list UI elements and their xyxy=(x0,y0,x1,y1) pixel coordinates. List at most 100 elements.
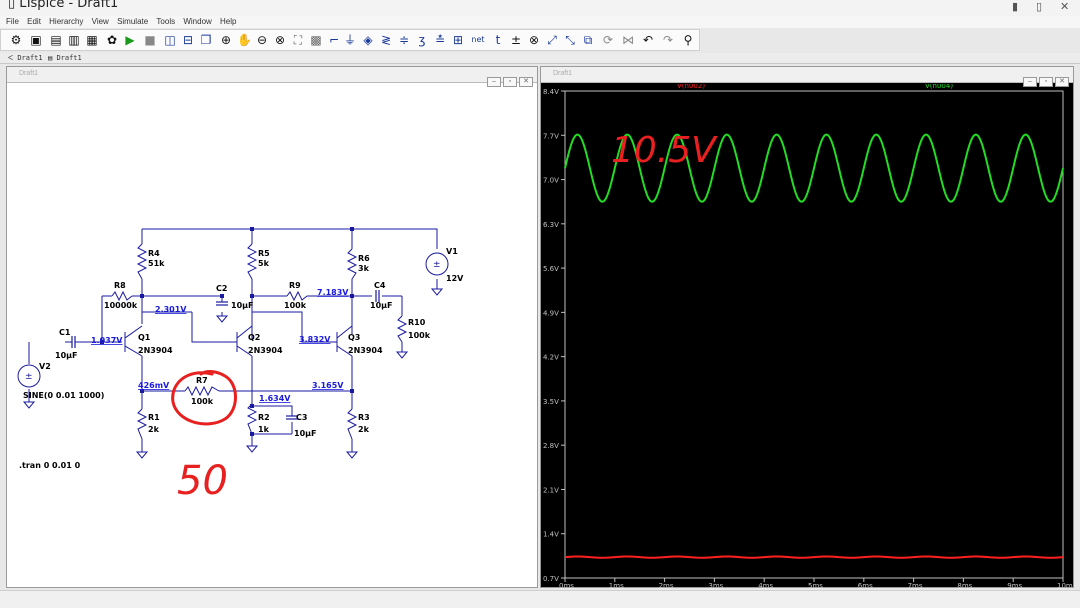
schematic-canvas[interactable]: ± ± R4 51k R5 5k R6 3k R8 10000k C2 10µF… xyxy=(7,84,537,588)
q2-name: Q2 xyxy=(248,333,260,342)
r7-name: R7 xyxy=(196,376,208,385)
delete-icon[interactable]: ⊗ xyxy=(527,33,541,47)
tile-vertical-icon[interactable]: ◫ xyxy=(163,33,177,47)
redo-icon[interactable]: ↷ xyxy=(661,33,675,47)
y-tick-label: 5.6V xyxy=(543,265,559,273)
run-icon[interactable]: ▶ xyxy=(123,33,137,47)
component-icon[interactable]: ⊞ xyxy=(451,33,465,47)
rotate-icon[interactable]: ⟳ xyxy=(601,33,615,47)
control-panel-icon[interactable]: ✿ xyxy=(105,33,119,47)
zoom-in-icon[interactable]: ⊕ xyxy=(219,33,233,47)
find-icon[interactable]: ⚲ xyxy=(681,33,695,47)
junction-dots xyxy=(100,227,354,436)
schematic-title: Draft1 xyxy=(19,70,39,77)
settings-icon[interactable]: ⚙ xyxy=(9,33,23,47)
tab-schematic-label: Draft1 xyxy=(17,54,43,62)
tab-schematic[interactable]: ᐸ Draft1 xyxy=(8,54,43,62)
undo-icon[interactable]: ↶ xyxy=(641,33,655,47)
dc-op-icon[interactable]: ▩ xyxy=(309,33,323,47)
y-tick-label: 6.3V xyxy=(543,221,559,229)
series-layer xyxy=(564,133,1064,559)
menu-edit[interactable]: Edit xyxy=(27,16,41,28)
ground-icon[interactable]: ⏚ xyxy=(343,33,357,47)
waveform-plot[interactable]: 0.7V 1.4V 2.1V 2.8V 3.5V 4.2V 4.9V 5.6V 6.3V 7.0V… xyxy=(541,84,1073,588)
c3-value: 10µF xyxy=(294,429,316,438)
menu-window[interactable]: Window xyxy=(183,16,211,28)
mirror-icon[interactable]: ⋈ xyxy=(621,33,635,47)
r3-value: 2k xyxy=(358,425,370,434)
label-icon[interactable]: ◈ xyxy=(361,33,375,47)
menu-hierarchy[interactable]: Hierarchy xyxy=(49,16,83,28)
save-icon[interactable]: ▥ xyxy=(67,33,81,47)
drag-icon[interactable]: ⤡ xyxy=(563,33,577,47)
open-icon[interactable]: ▤ xyxy=(49,33,63,47)
tab-plot[interactable]: ▤ Draft1 xyxy=(48,54,82,62)
diode-icon[interactable]: ≛ xyxy=(433,33,447,47)
pan-icon[interactable]: ✋ xyxy=(237,33,252,47)
halt-icon[interactable]: ■ xyxy=(143,33,157,47)
r10-value: 100k xyxy=(408,331,431,340)
x-tick-label: 10ms xyxy=(1057,582,1073,588)
new-schematic-icon[interactable]: ▣ xyxy=(29,33,43,47)
r2-name: R2 xyxy=(258,413,270,422)
print-icon[interactable]: ▦ xyxy=(85,33,99,47)
x-tick-label: 8ms xyxy=(957,582,972,588)
voltage-n1: 2.301V xyxy=(155,305,187,314)
menu-simulate[interactable]: Simulate xyxy=(117,16,148,28)
q2-value: 2N3904 xyxy=(248,346,283,355)
autorange-icon[interactable]: ⛶ xyxy=(291,33,305,47)
maximize-button[interactable]: ▯ xyxy=(1036,0,1042,13)
menu-file[interactable]: File xyxy=(6,16,19,28)
copy-icon[interactable]: ⧉ xyxy=(581,33,595,47)
r6-value: 3k xyxy=(358,264,370,273)
zoom-out-icon[interactable]: ⊖ xyxy=(255,33,269,47)
cascade-icon[interactable]: ❐ xyxy=(199,33,213,47)
netlist-icon[interactable]: net xyxy=(471,33,485,47)
voltage-n3: 1.037V xyxy=(91,336,123,345)
menu-help[interactable]: Help xyxy=(220,16,236,28)
v2-value: SINE(0 0.01 1000) xyxy=(23,391,104,400)
inductor-icon[interactable]: ʒ xyxy=(415,33,429,47)
c4-value: 10µF xyxy=(370,301,392,310)
legend-V(n004): V(n004) xyxy=(925,84,953,90)
q3-name: Q3 xyxy=(348,333,360,342)
legend[interactable]: V(n002) V(n004) xyxy=(677,84,953,90)
menu-view[interactable]: View xyxy=(92,16,109,28)
tile-horizontal-icon[interactable]: ⊟ xyxy=(181,33,195,47)
minimize-button[interactable]: ▮ xyxy=(1012,0,1018,13)
x-tick-label: 3ms xyxy=(708,582,723,588)
menu-tools[interactable]: Tools xyxy=(156,16,175,28)
y-tick-label: 4.2V xyxy=(543,354,559,362)
move-icon[interactable]: ⤢ xyxy=(545,33,559,47)
text-icon[interactable]: t xyxy=(491,33,505,47)
y-tick-label: 0.7V xyxy=(543,575,559,583)
v2-polarity-icon: ± xyxy=(25,372,33,382)
r4-name: R4 xyxy=(148,249,160,258)
resistor-icon[interactable]: ≷ xyxy=(379,33,393,47)
zoom-fit-icon[interactable]: ⊗ xyxy=(273,33,287,47)
x-tick-label: 9ms xyxy=(1007,582,1022,588)
wire-icon[interactable]: ⌐ xyxy=(327,33,341,47)
x-tick-label: 4ms xyxy=(758,582,773,588)
r3-name: R3 xyxy=(358,413,370,422)
r2-value: 1k xyxy=(258,425,270,434)
document-tabs: ᐸ Draft1 ▤ Draft1 xyxy=(0,53,1080,64)
toolbar: ⚙ ▣ ▤ ▥ ▦ ✿ ▶ ■ ◫ ⊟ ❐ ⊕ ✋ ⊖ ⊗ ⛶ ▩ ⌐ ⏚ ◈ … xyxy=(0,29,700,51)
grounds xyxy=(22,288,444,459)
capacitor-icon[interactable]: ≑ xyxy=(397,33,411,47)
c1-name: C1 xyxy=(59,328,71,337)
close-button[interactable]: ✕ xyxy=(1060,0,1069,13)
voltage-n5: 426mV xyxy=(138,381,170,390)
spice-directive-icon[interactable]: ± xyxy=(509,33,523,47)
c3-name: C3 xyxy=(296,413,307,422)
c2-value: 10µF xyxy=(231,301,253,310)
r7-value: 100k xyxy=(191,397,214,406)
app-title: ▯ LTspice - Draft1 xyxy=(8,0,118,11)
y-tick-label: 7.7V xyxy=(543,132,559,140)
y-tick-label: 2.1V xyxy=(543,486,559,494)
y-axis: 0.7V 1.4V 2.1V 2.8V 3.5V 4.2V 4.9V 5.6V 6.3V 7.0V… xyxy=(543,88,565,583)
waveform-window: Draft1 – ▫ ✕ 0.7V 1.4V 2.1V 2.8V 3.5V 4.2V 4.9V 5… xyxy=(540,66,1074,588)
y-tick-label: 2.8V xyxy=(543,442,559,450)
schematic-window: Draft1 – ▫ ✕ ± ± R4 51k R5 5k R6 3k R8 1… xyxy=(6,66,538,588)
q1-value: 2N3904 xyxy=(138,346,173,355)
